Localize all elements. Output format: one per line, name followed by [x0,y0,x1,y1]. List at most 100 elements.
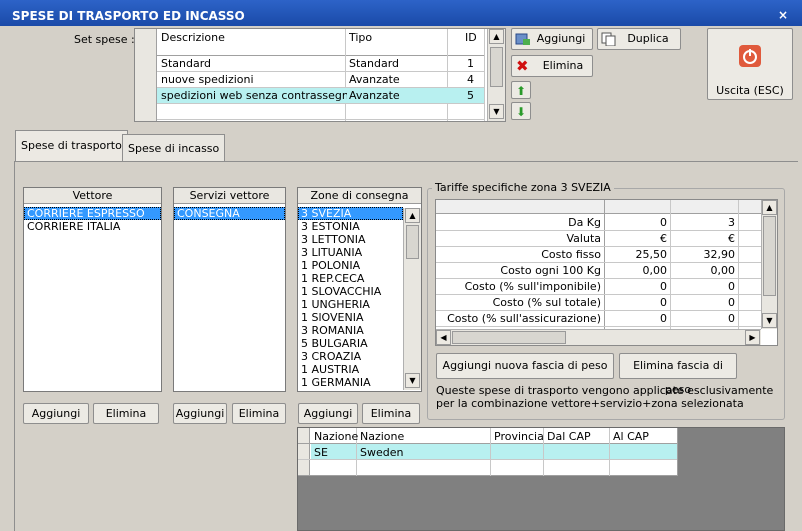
copy-icon [601,32,616,46]
zona-item[interactable]: 1 POLONIA [298,259,403,272]
nazioni-grid[interactable]: Nazione Nazione Provincia Dal CAP Al CAP… [297,427,785,531]
zona-item[interactable]: 1 REP.CECA [298,272,403,285]
duplica-button[interactable]: Duplica [597,28,681,50]
servizi-elimina-button[interactable]: Elimina [232,403,286,424]
zona-item[interactable]: 3 SVEZIA [298,207,403,220]
zone-scrollbar[interactable]: ▲ ▼ [403,208,421,390]
col-tipo[interactable]: Tipo [349,31,372,44]
zona-item[interactable]: 3 CROAZIA [298,350,403,363]
tariffa-value[interactable]: € [606,232,667,245]
scroll-up-icon[interactable]: ▲ [762,200,777,215]
set-grid-scrollbar[interactable]: ▲ ▼ [487,29,505,121]
tariffa-value[interactable]: € [672,232,735,245]
scroll-thumb[interactable] [406,225,419,259]
aggiungi-fascia-button[interactable]: Aggiungi nuova fascia di peso [436,353,614,379]
servizi-list[interactable]: Servizi vettore CONSEGNA [173,187,286,392]
tab-spese-incasso[interactable]: Spese di incasso [122,134,226,162]
tariffa-row[interactable]: Costo fisso 25,50 32,90 [436,247,761,263]
scroll-thumb[interactable] [763,216,776,296]
tariffa-row[interactable]: Costo ogni 100 Kg 0,00 0,00 [436,263,761,279]
zona-item[interactable]: 5 BULGARIA [298,337,403,350]
set-row[interactable]: nuove spedizioni Avanzate 4 [157,72,484,88]
scroll-left-icon[interactable]: ◀ [436,330,451,345]
col-descrizione[interactable]: Descrizione [161,31,225,44]
col-provincia[interactable]: Provincia [494,430,544,443]
scroll-thumb[interactable] [490,47,503,87]
col-dal-cap[interactable]: Dal CAP [547,430,591,443]
elimina-set-button[interactable]: ✖ Elimina [511,55,593,77]
elimina-fascia-button[interactable]: Elimina fascia di peso [619,353,737,396]
col-nazione-code[interactable]: Nazione [314,430,358,443]
tariffe-hscroll[interactable]: ◀ ▶ [436,329,761,345]
tariffa-row[interactable]: Costo (% sull'imponibile) 0 0 [436,279,761,295]
set-row-selected[interactable]: spedizioni web senza contrassegno… Avanz… [157,88,484,104]
set-spese-label: Set spese : [74,33,135,46]
power-icon [739,45,761,67]
vettore-item[interactable]: CORRIERE ITALIA [24,220,161,233]
zona-item[interactable]: 3 ESTONIA [298,220,403,233]
tariffe-vscroll[interactable]: ▲ ▼ [761,200,777,329]
tab-spese-trasporto[interactable]: Spese di trasporto [15,130,128,162]
tariffa-value[interactable]: 0 [672,312,735,325]
servizi-header: Servizi vettore [174,188,285,204]
tariffa-label: Costo ogni 100 Kg [500,264,601,277]
scroll-down-icon[interactable]: ▼ [405,373,420,388]
zona-item[interactable]: 1 UNGHERIA [298,298,403,311]
scroll-down-icon[interactable]: ▼ [762,313,777,328]
tariffa-value[interactable]: 25,50 [606,248,668,261]
tariffa-value[interactable]: 0 [606,216,667,229]
move-up-button[interactable]: ⬆ [511,81,531,99]
arrow-up-icon: ⬆ [515,84,527,98]
zone-list[interactable]: Zone di consegna 3 SVEZIA 3 ESTONIA 3 LE… [297,187,422,392]
zona-item[interactable]: 1 SLOVACCHIA [298,285,403,298]
vettore-header: Vettore [24,188,161,204]
scroll-up-icon[interactable]: ▲ [489,29,504,44]
tariffa-label: Valuta [566,232,602,245]
zona-item[interactable]: 1 AUSTRIA [298,363,403,376]
tariffa-value[interactable]: 0 [606,280,667,293]
zona-item[interactable]: 3 LETTONIA [298,233,403,246]
tariffe-grid[interactable]: Da Kg 0 3 Valuta € € Costo fisso 25,50 32,90 Cost… [435,199,778,346]
vettore-item[interactable]: CORRIERE ESPRESSO [24,207,161,220]
tariffa-value[interactable]: 0,00 [606,264,668,277]
tariffa-value[interactable]: 3 [672,216,735,229]
col-al-cap[interactable]: Al CAP [613,430,649,443]
window-title: SPESE DI TRASPORTO ED INCASSO [12,9,245,23]
tariffa-value[interactable]: 0,00 [672,264,736,277]
tariffa-value[interactable]: 32,90 [672,248,736,261]
tariffa-value[interactable]: 0 [672,280,735,293]
tariffa-value[interactable]: 0 [606,296,667,309]
scroll-right-icon[interactable]: ▶ [745,330,760,345]
scroll-thumb[interactable] [452,331,566,344]
col-nazione-name[interactable]: Nazione [360,430,404,443]
zona-item[interactable]: 1 GERMANIA [298,376,403,389]
tariffa-value[interactable]: 0 [606,312,667,325]
close-icon[interactable]: × [778,8,788,22]
move-down-button[interactable]: ⬇ [511,102,531,120]
servizi-aggiungi-button[interactable]: Aggiungi [173,403,227,424]
tariffa-row[interactable]: Da Kg 0 3 [436,215,761,231]
scroll-down-icon[interactable]: ▼ [489,104,504,119]
set-spese-grid[interactable]: Descrizione Tipo ID Standard Standard 1 … [134,28,506,122]
servizio-item[interactable]: CONSEGNA [174,207,285,220]
zone-aggiungi-button[interactable]: Aggiungi [298,403,358,424]
tariffa-row[interactable]: Costo (% sull'assicurazione) 0 0 [436,311,761,327]
set-row[interactable]: Standard Standard 1 [157,56,484,72]
vettore-aggiungi-button[interactable]: Aggiungi [23,403,89,424]
scroll-up-icon[interactable]: ▲ [405,208,420,223]
zona-item[interactable]: 3 LITUANIA [298,246,403,259]
zona-item[interactable]: 3 ROMANIA [298,324,403,337]
add-db-icon [515,33,530,45]
tariffa-value[interactable]: 0 [672,296,735,309]
tariffa-row[interactable]: Costo (% sul totale) 0 0 [436,295,761,311]
set-row-empty[interactable] [157,104,484,120]
col-id[interactable]: ID [465,31,477,44]
vettore-list[interactable]: Vettore CORRIERE ESPRESSO CORRIERE ITALI… [23,187,162,392]
aggiungi-set-button[interactable]: Aggiungi [511,28,593,50]
uscita-button[interactable]: Uscita (ESC) [707,28,793,100]
zone-elimina-button[interactable]: Elimina [362,403,420,424]
arrow-down-icon: ⬇ [515,105,527,119]
zona-item[interactable]: 1 SlOVENIA [298,311,403,324]
vettore-elimina-button[interactable]: Elimina [93,403,159,424]
tariffa-row[interactable]: Valuta € € [436,231,761,247]
